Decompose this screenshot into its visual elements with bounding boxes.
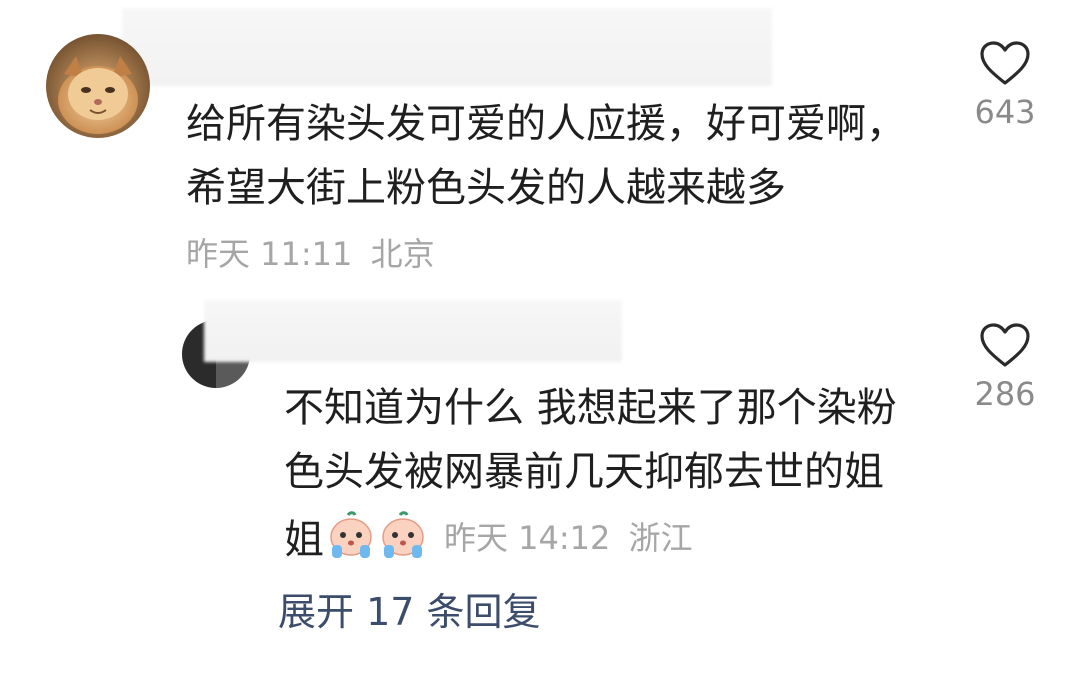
comment-time: 昨天 11:11 bbox=[186, 235, 353, 273]
like-button[interactable]: 643 bbox=[960, 40, 1050, 132]
heart-icon[interactable] bbox=[979, 322, 1031, 368]
comment-location: 北京 bbox=[370, 235, 435, 273]
reply-like-count: 286 bbox=[974, 375, 1036, 413]
username-redacted bbox=[122, 8, 772, 86]
crying-emoji-icon bbox=[330, 511, 372, 558]
reply-username-redacted bbox=[204, 300, 622, 362]
reply-text-tail: 姐 bbox=[284, 517, 324, 563]
comment-thread: 给所有染头发可爱的人应援，好可爱啊，希望大街上粉色头发的人越来越多 昨天 11:… bbox=[0, 0, 1080, 676]
reply-text-tail-line: 姐 昨天 14:12 浙江 bbox=[284, 504, 693, 568]
like-count: 643 bbox=[974, 93, 1036, 131]
reply-meta: 昨天 14:12 浙江 bbox=[444, 513, 693, 559]
crying-emoji-icon bbox=[382, 511, 424, 558]
comment-text: 给所有染头发可爱的人应援，好可爱啊，希望大街上粉色头发的人越来越多 bbox=[186, 101, 906, 211]
comment-meta: 昨天 11:11 北京 bbox=[186, 230, 435, 278]
heart-icon[interactable] bbox=[979, 40, 1031, 86]
reply-text: 不知道为什么 我想起来了那个染粉色头发被网暴前几天抑郁去世的姐 bbox=[284, 385, 897, 495]
avatar[interactable] bbox=[46, 34, 150, 138]
cat-avatar-icon bbox=[46, 34, 150, 138]
reply-time: 昨天 14:12 bbox=[444, 519, 611, 557]
expand-replies-link[interactable]: 展开 17 条回复 bbox=[278, 586, 541, 638]
reply-like-button[interactable]: 286 bbox=[960, 322, 1050, 414]
reply-location: 浙江 bbox=[628, 519, 693, 557]
